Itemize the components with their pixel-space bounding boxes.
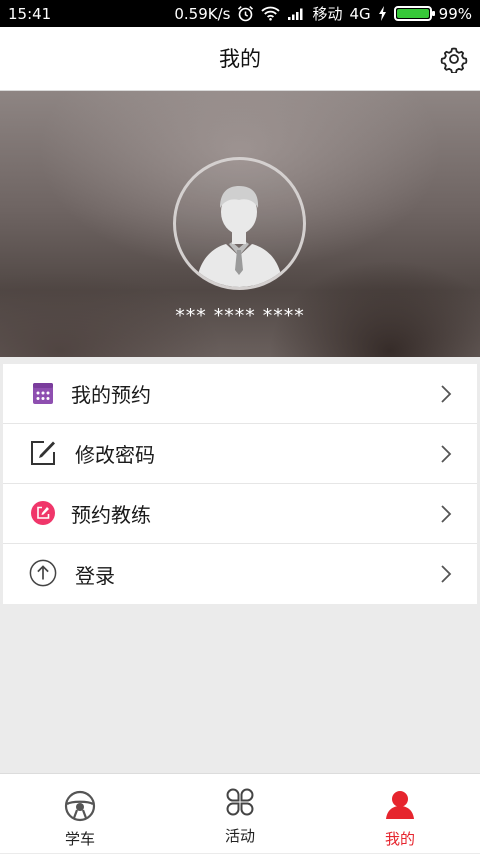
person-icon — [384, 788, 416, 820]
chevron-right-icon — [439, 504, 453, 524]
tab-label: 活动 — [224, 827, 255, 845]
chevron-right-icon — [439, 564, 453, 584]
battery-icon — [393, 6, 435, 21]
status-time: 15:41 — [8, 4, 52, 23]
tab-learn-driving[interactable]: 学车 — [20, 774, 140, 854]
menu-item-my-appointments[interactable]: 我的预约 — [3, 364, 477, 424]
tab-label: 我的 — [384, 830, 415, 848]
steering-wheel-icon — [64, 790, 96, 822]
menu-item-label: 预约教练 — [71, 503, 151, 527]
status-bar: 15:41 0.59K/s 移动 4G 99% — [0, 0, 480, 27]
chevron-right-icon — [439, 384, 453, 404]
arrow-up-circle-icon — [29, 559, 57, 587]
menu-item-label: 登录 — [75, 563, 115, 588]
user-avatar-icon[interactable] — [173, 157, 306, 290]
signal-icon — [287, 7, 305, 21]
battery-percent: 99% — [438, 4, 472, 23]
calendar-icon — [29, 379, 57, 407]
tab-mine[interactable]: 我的 — [340, 774, 460, 854]
profile-menu: 我的预约 修改密码 预约教练 登录 — [3, 364, 477, 604]
menu-item-change-password[interactable]: 修改密码 — [3, 424, 477, 484]
edit-icon — [29, 439, 57, 467]
tab-label: 学车 — [64, 830, 95, 848]
menu-item-login[interactable]: 登录 — [3, 544, 477, 604]
page-title: 我的 — [219, 47, 261, 71]
menu-item-book-coach[interactable]: 预约教练 — [3, 484, 477, 544]
bottom-nav: 学车 活动 我的 — [0, 773, 480, 853]
carrier-label: 移动 — [312, 5, 343, 23]
wifi-icon — [261, 6, 281, 21]
tab-activities[interactable]: 活动 — [180, 774, 300, 854]
masked-phone-number: *** **** **** — [175, 305, 305, 327]
gear-icon[interactable] — [440, 45, 468, 74]
clover-icon — [224, 786, 256, 818]
network-type: 4G — [349, 4, 371, 23]
chevron-right-icon — [439, 444, 453, 464]
status-right: 0.59K/s 移动 4G 99% — [174, 3, 472, 24]
coach-booking-icon — [29, 499, 57, 527]
menu-item-label: 修改密码 — [75, 443, 155, 467]
charging-icon — [378, 6, 387, 21]
network-speed: 0.59K/s — [174, 4, 231, 23]
app-header: 我的 — [0, 27, 480, 91]
menu-item-label: 我的预约 — [71, 383, 151, 407]
alarm-icon — [237, 5, 254, 22]
